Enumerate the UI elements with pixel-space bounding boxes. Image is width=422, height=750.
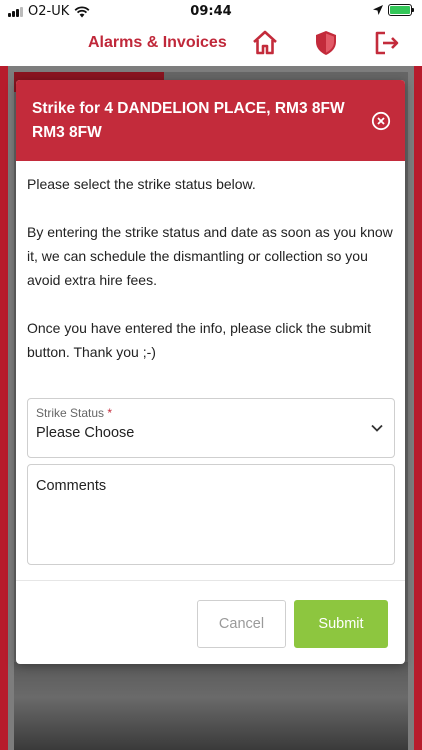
instruction-text: Please select the strike status below. [27,176,256,192]
strike-status-select[interactable]: Strike Status * Please Choose [27,398,395,458]
home-icon[interactable] [250,28,280,58]
strike-status-value: Please Choose [36,425,135,441]
status-bar: O2-UK 09:44 [0,0,422,24]
comments-label: Comments [36,478,107,494]
cancel-button[interactable]: Cancel [197,600,286,648]
required-marker: * [107,406,113,420]
app-header: Alarms & Invoices [0,24,422,66]
explanation-text: By entering the strike status and date a… [27,224,393,288]
submit-hint-text: Once you have entered the info, please c… [27,320,371,360]
clock: 09:44 [190,4,232,19]
close-icon[interactable] [371,111,391,131]
status-right [372,4,414,16]
comments-field[interactable]: Comments [27,464,395,565]
location-icon [373,5,383,15]
page-title: Alarms & Invoices [88,34,227,51]
battery-charging-icon [388,4,414,16]
modal-title: Strike for 4 DANDELION PLACE, RM3 8FW RM… [32,100,345,141]
logout-icon[interactable] [372,28,402,58]
background-photo [14,662,408,750]
footer-divider [16,580,405,581]
strike-status-label: Strike Status * [36,406,112,420]
strike-modal: Strike for 4 DANDELION PLACE, RM3 8FW RM… [16,80,405,664]
modal-header: Strike for 4 DANDELION PLACE, RM3 8FW RM… [16,80,405,161]
submit-button[interactable]: Submit [294,600,388,648]
chevron-down-icon [371,424,383,432]
shield-icon[interactable] [311,28,341,58]
strike-status-label-text: Strike Status [36,406,105,420]
modal-body: Please select the strike status below. B… [27,172,397,388]
